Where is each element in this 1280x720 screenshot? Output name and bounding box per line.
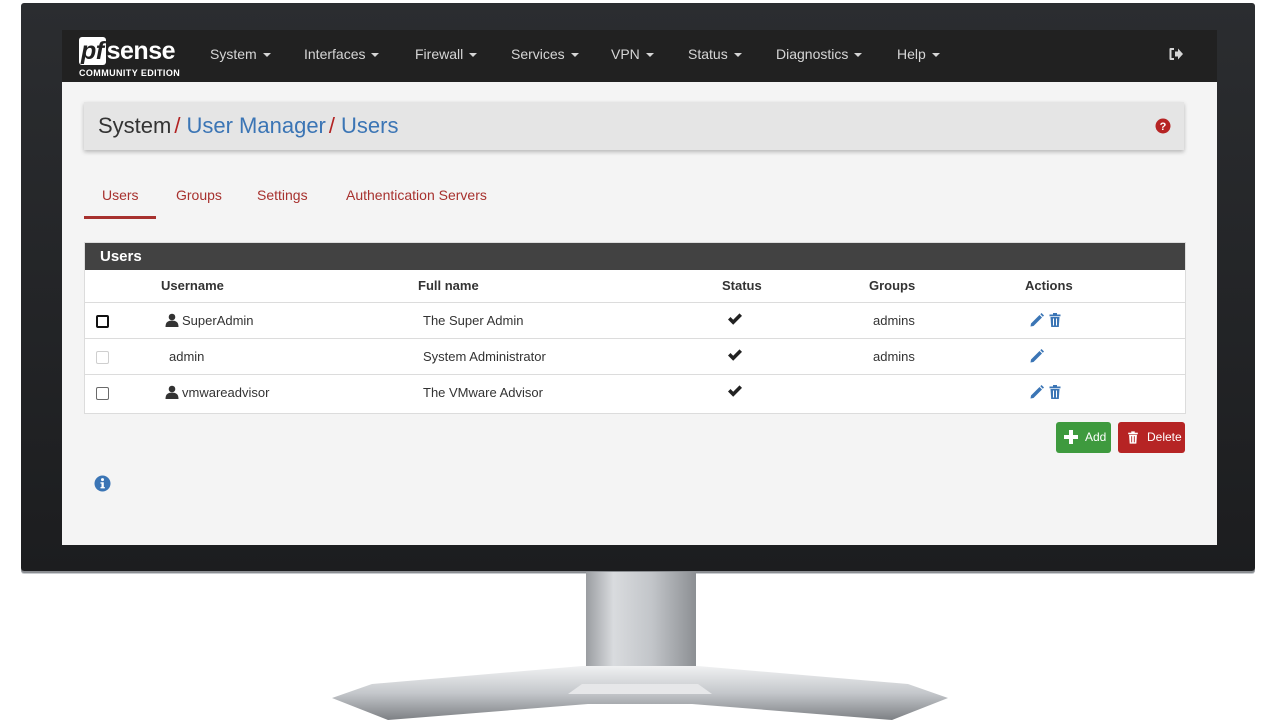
nav-interfaces[interactable]: Interfaces (304, 46, 380, 62)
edit-pencil-icon[interactable] (1029, 384, 1045, 400)
user-icon (165, 313, 179, 327)
check-icon (728, 385, 742, 397)
table-row: admin System Administrator admins (85, 338, 1185, 375)
pfsense-logo[interactable]: pf sense COMMUNITY EDITION (79, 35, 189, 79)
question-circle-icon[interactable]: ? (1155, 118, 1171, 134)
panel-title: Users (85, 243, 1185, 270)
nav-label: Services (511, 46, 565, 62)
nav-label: Firewall (415, 46, 464, 62)
nav-label: Status (688, 46, 728, 62)
add-button-label: Add (1085, 430, 1107, 444)
caret-down-icon (469, 53, 478, 58)
nav-label: Help (897, 46, 926, 62)
caret-down-icon (262, 53, 271, 58)
trash-icon (1128, 431, 1138, 444)
full-name-cell: System Administrator (423, 349, 546, 364)
edit-pencil-icon[interactable] (1029, 348, 1045, 364)
nav-label: VPN (611, 46, 640, 62)
column-header-full-name: Full name (418, 278, 479, 293)
full-name-cell: The Super Admin (423, 313, 524, 328)
full-name-cell: The VMware Advisor (423, 385, 543, 400)
nav-diagnostics[interactable]: Diagnostics (776, 46, 863, 62)
nav-vpn[interactable]: VPN (611, 46, 654, 62)
nav-label: Diagnostics (776, 46, 849, 62)
breadcrumb: System / User Manager / Users ? (84, 102, 1184, 150)
caret-down-icon (733, 53, 742, 58)
nav-label: Interfaces (304, 46, 366, 62)
logo-edition: COMMUNITY EDITION (79, 68, 181, 78)
delete-button-label: Delete (1147, 430, 1182, 444)
caret-down-icon (931, 53, 940, 58)
app-screen: pf sense COMMUNITY EDITION System Interfa… (62, 30, 1217, 545)
add-user-button[interactable]: Add (1056, 422, 1111, 453)
check-icon (728, 313, 742, 325)
tab-authentication-servers[interactable]: Authentication Servers (346, 187, 487, 203)
row-select-checkbox (96, 351, 109, 364)
users-panel: Users Username Full name Status Groups A… (84, 242, 1186, 414)
tab-users[interactable]: Users (102, 187, 139, 203)
tab-settings[interactable]: Settings (257, 187, 308, 203)
trash-icon[interactable] (1047, 312, 1063, 328)
breadcrumb-separator: / (174, 113, 181, 138)
trash-icon[interactable] (1047, 384, 1063, 400)
groups-cell: admins (873, 349, 915, 364)
breadcrumb-separator: / (328, 113, 335, 138)
logout-icon[interactable] (1168, 46, 1184, 62)
column-header-status: Status (722, 278, 762, 293)
logo-wordmark: pf sense (79, 37, 176, 65)
svg-text:?: ? (1160, 121, 1167, 133)
username-cell: vmwareadvisor (182, 385, 270, 400)
table-row: vmwareadvisor The VMware Advisor (85, 374, 1185, 413)
nav-label: System (210, 46, 257, 62)
row-select-checkbox[interactable] (96, 387, 109, 400)
caret-down-icon (854, 53, 863, 58)
username-cell: SuperAdmin (182, 313, 254, 328)
column-header-actions: Actions (1025, 278, 1073, 293)
delete-users-button[interactable]: Delete (1118, 422, 1185, 453)
row-select-checkbox[interactable] (96, 315, 109, 328)
nav-status[interactable]: Status (688, 46, 742, 62)
username-cell: admin (169, 349, 205, 364)
column-header-groups: Groups (869, 278, 916, 293)
breadcrumb-user-manager[interactable]: User Manager (186, 113, 325, 138)
groups-cell: admins (873, 313, 915, 328)
column-header-username: Username (161, 278, 224, 293)
tab-groups[interactable]: Groups (176, 187, 222, 203)
breadcrumb-system: System (98, 113, 172, 138)
nav-firewall[interactable]: Firewall (415, 46, 478, 62)
check-icon (728, 349, 742, 361)
breadcrumb-users[interactable]: Users (341, 113, 398, 138)
plus-icon (1064, 430, 1078, 444)
logo-pf-mark: pf (79, 37, 106, 65)
caret-down-icon (645, 53, 654, 58)
active-tab-indicator (84, 216, 156, 219)
logo-sense-text: sense (106, 37, 176, 65)
top-navbar: pf sense COMMUNITY EDITION System Interfa… (62, 30, 1217, 82)
caret-down-icon (570, 53, 579, 58)
table-row: SuperAdmin The Super Admin admins (85, 302, 1185, 339)
info-circle-icon[interactable] (94, 475, 111, 492)
nav-help[interactable]: Help (897, 46, 940, 62)
edit-pencil-icon[interactable] (1029, 312, 1045, 328)
monitor-stand-base (332, 666, 948, 720)
breadcrumb-trail: System / User Manager / Users (98, 113, 398, 139)
nav-system[interactable]: System (210, 46, 271, 62)
caret-down-icon (371, 53, 380, 58)
nav-services[interactable]: Services (511, 46, 579, 62)
user-icon (165, 385, 179, 399)
